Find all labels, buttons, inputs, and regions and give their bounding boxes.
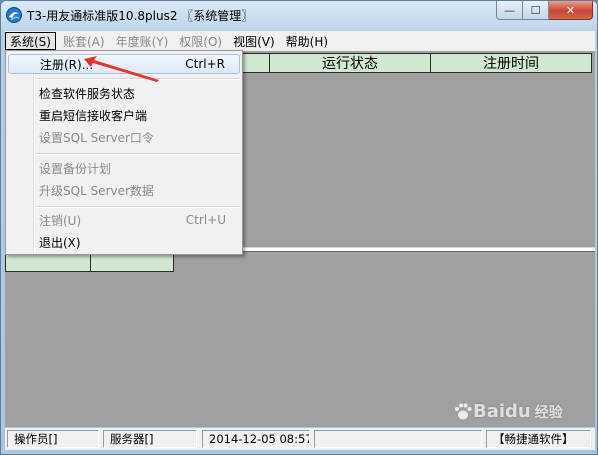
menu-help[interactable]: 帮助(H): [282, 32, 332, 50]
menu-item-label: 设置备份计划: [39, 161, 112, 176]
caption-buttons: — ☐ ✕: [496, 1, 593, 21]
grid-row-cell[interactable]: [90, 252, 174, 272]
watermark-sub-text: 经验: [534, 404, 563, 421]
annotation-arrow-icon: [84, 56, 159, 82]
baidu-watermark: Baidu 经验: [453, 401, 563, 422]
title-bar[interactable]: T3-用友通标准版10.8plus2 〖系统管理〗 — ☐ ✕: [1, 1, 597, 31]
maximize-button[interactable]: ☐: [523, 1, 549, 20]
watermark-logo-text: Baidu: [473, 401, 531, 422]
close-icon: ✕: [565, 3, 576, 17]
menu-item-shortcut: Ctrl+R: [185, 57, 225, 71]
window-title: T3-用友通标准版10.8plus2 〖系统管理〗: [27, 9, 254, 23]
main-window: T3-用友通标准版10.8plus2 〖系统管理〗 — ☐ ✕ 系统(S) 账套…: [0, 0, 598, 455]
minimize-button[interactable]: —: [496, 1, 523, 20]
menu-item-label: 重启短信接收客户端: [39, 108, 148, 123]
minimize-icon: —: [504, 3, 515, 17]
menu-bar: 系统(S) 账套(A) 年度账(Y) 权限(O) 视图(V) 帮助(H): [5, 31, 595, 51]
grid-header-register-time[interactable]: 注册时间: [430, 53, 592, 73]
menu-item-label: 升级SQL Server数据: [39, 183, 154, 198]
menu-account-set[interactable]: 账套(A): [59, 32, 109, 50]
menu-item-upgrade-sql[interactable]: 升级SQL Server数据: [8, 180, 240, 200]
menu-permissions[interactable]: 权限(O): [175, 32, 226, 50]
menu-item-label: 设置SQL Server口令: [39, 130, 154, 145]
menu-view[interactable]: 视图(V): [229, 32, 279, 50]
menu-item-shortcut: Ctrl+U: [185, 213, 226, 227]
menu-annual-account[interactable]: 年度账(Y): [112, 32, 173, 50]
menu-item-check-service[interactable]: 检查软件服务状态: [8, 83, 240, 103]
close-button[interactable]: ✕: [549, 1, 593, 20]
menu-item-exit[interactable]: 退出(X): [8, 232, 240, 252]
grid-row-cell[interactable]: [5, 252, 91, 272]
menu-item-backup-plan[interactable]: 设置备份计划: [8, 158, 240, 178]
menu-item-logout[interactable]: 注销(U) Ctrl+U: [8, 210, 240, 230]
paw-icon: [455, 403, 472, 419]
menu-item-label: 退出(X): [39, 235, 81, 250]
status-empty-panel: [314, 430, 482, 448]
status-brand: 【畅捷通软件】: [486, 430, 591, 448]
menu-item-label: 检查软件服务状态: [39, 86, 136, 101]
grid-header-run-status[interactable]: 运行状态: [269, 53, 431, 73]
menu-separator: [36, 153, 240, 155]
menu-separator: [36, 206, 240, 208]
status-operator: 操作员[]: [7, 430, 99, 448]
app-logo-icon: [6, 7, 22, 23]
status-datetime: 2014-12-05 08:57: [202, 430, 310, 448]
menu-item-label: 注销(U): [39, 213, 82, 228]
menu-system[interactable]: 系统(S): [5, 32, 56, 50]
maximize-icon: ☐: [530, 3, 541, 17]
menu-item-sql-password[interactable]: 设置SQL Server口令: [8, 127, 240, 147]
menu-item-restart-sms[interactable]: 重启短信接收客户端: [8, 105, 240, 125]
status-server: 服务器[]: [103, 430, 197, 448]
status-bar: 操作员[] 服务器[] 2014-12-05 08:57 【畅捷通软件】: [5, 428, 595, 450]
